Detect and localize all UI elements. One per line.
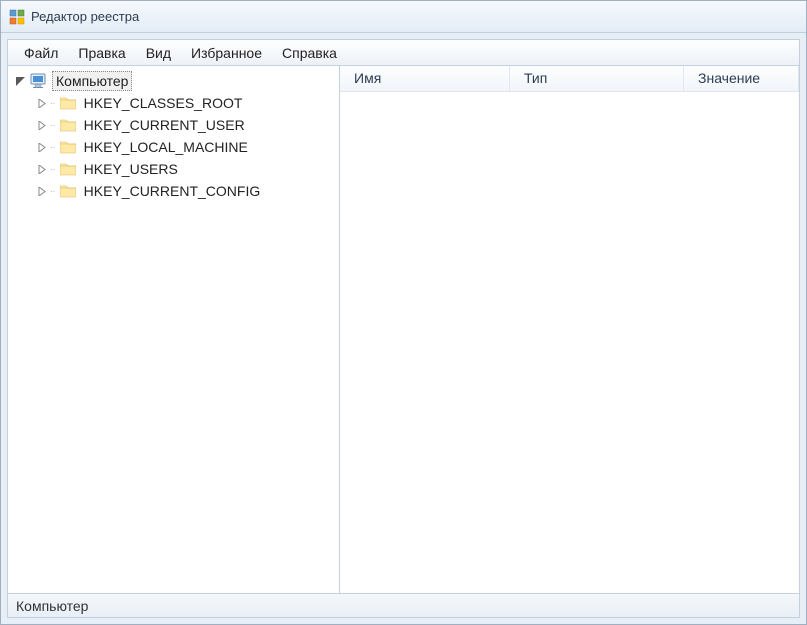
menubar: Файл Правка Вид Избранное Справка <box>8 40 799 66</box>
window-title: Редактор реестра <box>31 9 139 24</box>
menu-view[interactable]: Вид <box>136 43 181 63</box>
column-header-name[interactable]: Имя <box>340 66 510 91</box>
expander-closed-icon[interactable] <box>36 185 48 197</box>
panes: Компьютер ·· HKEY_CLASSES_ROOT ·· <box>8 66 799 593</box>
tree-hive-row[interactable]: ·· HKEY_USERS <box>8 158 339 180</box>
list-pane: Имя Тип Значение <box>340 66 799 593</box>
folder-icon <box>59 116 77 134</box>
tree-pane[interactable]: Компьютер ·· HKEY_CLASSES_ROOT ·· <box>8 66 340 593</box>
column-header-value[interactable]: Значение <box>684 66 799 91</box>
tree-hive-label[interactable]: HKEY_CURRENT_CONFIG <box>81 182 264 200</box>
tree-connector: ·· <box>50 142 55 153</box>
regedit-icon <box>9 9 25 25</box>
tree-hive-label[interactable]: HKEY_CLASSES_ROOT <box>81 94 246 112</box>
status-path: Компьютер <box>16 598 88 614</box>
expander-open-icon[interactable] <box>14 75 26 87</box>
tree-hive-row[interactable]: ·· HKEY_CLASSES_ROOT <box>8 92 339 114</box>
tree-hive-label[interactable]: HKEY_CURRENT_USER <box>81 116 248 134</box>
folder-icon <box>59 94 77 112</box>
tree-root-row[interactable]: Компьютер <box>8 70 339 92</box>
folder-icon <box>59 160 77 178</box>
tree-hive-row[interactable]: ·· HKEY_LOCAL_MACHINE <box>8 136 339 158</box>
menu-file[interactable]: Файл <box>14 43 68 63</box>
tree-connector: ·· <box>50 164 55 175</box>
expander-closed-icon[interactable] <box>36 163 48 175</box>
tree-root-label[interactable]: Компьютер <box>52 71 132 91</box>
column-header-type[interactable]: Тип <box>510 66 684 91</box>
content-wrap: Файл Правка Вид Избранное Справка <box>7 39 800 618</box>
computer-icon <box>30 72 48 90</box>
list-header: Имя Тип Значение <box>340 66 799 92</box>
expander-closed-icon[interactable] <box>36 119 48 131</box>
tree-connector: ·· <box>50 120 55 131</box>
tree-hive-row[interactable]: ·· HKEY_CURRENT_CONFIG <box>8 180 339 202</box>
expander-closed-icon[interactable] <box>36 141 48 153</box>
tree-hive-label[interactable]: HKEY_LOCAL_MACHINE <box>81 138 251 156</box>
tree-connector: ·· <box>50 98 55 109</box>
tree-hive-row[interactable]: ·· HKEY_CURRENT_USER <box>8 114 339 136</box>
tree-connector: ·· <box>50 186 55 197</box>
folder-icon <box>59 182 77 200</box>
tree-hive-label[interactable]: HKEY_USERS <box>81 160 181 178</box>
menu-edit[interactable]: Правка <box>68 43 135 63</box>
statusbar: Компьютер <box>8 593 799 617</box>
menu-favorites[interactable]: Избранное <box>181 43 272 63</box>
folder-icon <box>59 138 77 156</box>
list-body[interactable] <box>340 92 799 593</box>
titlebar: Редактор реестра <box>1 1 806 33</box>
expander-closed-icon[interactable] <box>36 97 48 109</box>
menu-help[interactable]: Справка <box>272 43 347 63</box>
